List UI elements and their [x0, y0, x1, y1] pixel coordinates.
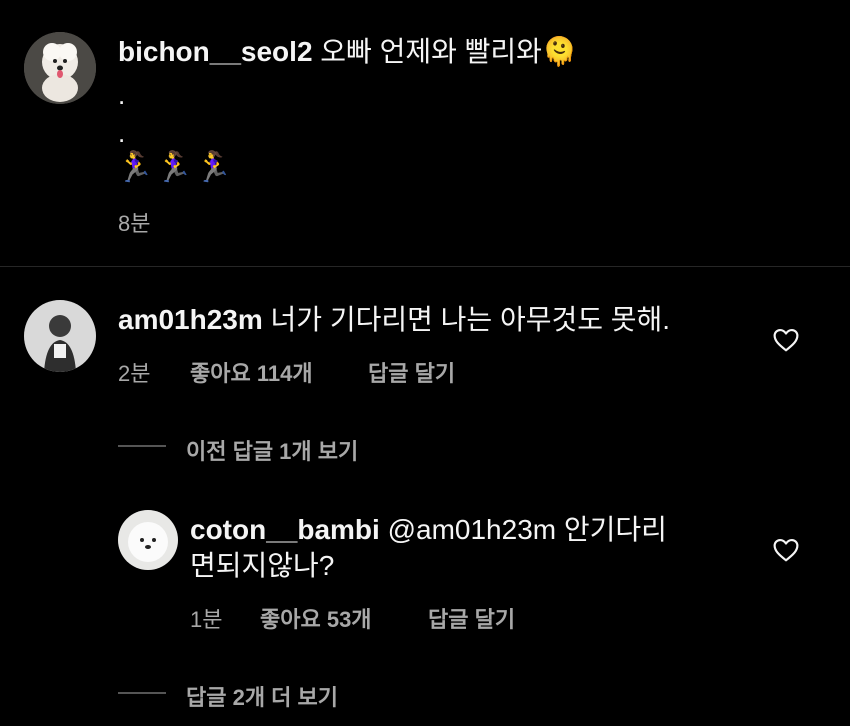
avatar-bichon-seol2[interactable] [24, 32, 96, 104]
comment-2-username[interactable]: am01h23m [118, 304, 263, 335]
reply-1-body: coton__bambi @am01h23m 안기다리 면되지않나? [190, 512, 730, 584]
avatar-am01h23m[interactable] [24, 300, 96, 372]
reply-1-reply-button[interactable]: 답글 달기 [428, 602, 515, 634]
reply-1-mention[interactable]: @am01h23m [388, 514, 557, 545]
person-avatar-image [24, 300, 96, 372]
comment-2-body: am01h23m 너가 기다리면 나는 아무것도 못해. [118, 302, 738, 338]
comment-1-body: bichon__seol2 오빠 언제와 빨리와🫠 [118, 34, 758, 70]
thread-line-2 [118, 692, 166, 694]
dog-avatar-image [24, 32, 96, 104]
comment-1-time: 8분 [118, 211, 151, 236]
heart-outline-icon[interactable] [773, 328, 799, 352]
comment-1-dot-2: . [118, 118, 126, 148]
comment-2-text: 너가 기다리면 나는 아무것도 못해. [270, 304, 671, 335]
reply-1-text-line-1: 안기다리 [563, 514, 667, 545]
comment-2-reply-button[interactable]: 답글 달기 [368, 356, 455, 388]
view-previous-replies-button[interactable]: 이전 답글 1개 보기 [186, 434, 358, 466]
comment-1-dot-1: . [118, 80, 126, 110]
section-divider [0, 266, 850, 267]
thread-line-1 [118, 445, 166, 447]
reply-1-likes[interactable]: 좋아요 53개 [260, 602, 372, 634]
melting-face-emoji: 🫠 [541, 36, 577, 67]
comment-1-username[interactable]: bichon__seol2 [118, 36, 313, 67]
reply-1-time: 1분 [190, 607, 223, 632]
avatar-coton-bambi[interactable] [118, 510, 178, 570]
heart-outline-icon[interactable] [773, 538, 799, 562]
reply-1-text-line-2: 면되지않나? [190, 550, 335, 581]
reply-1-username[interactable]: coton__bambi [190, 514, 380, 545]
comment-2-time: 2분 [118, 361, 151, 386]
view-more-replies-button[interactable]: 답글 2개 더 보기 [186, 680, 338, 712]
comment-2-likes[interactable]: 좋아요 114개 [190, 356, 313, 388]
comment-1-text: 오빠 언제와 빨리와 [320, 36, 542, 67]
comment-1-runner-emojis: 🏃‍♀️🏃‍♀️🏃‍♀️ [116, 151, 235, 184]
white-dog-avatar-image [118, 510, 178, 570]
